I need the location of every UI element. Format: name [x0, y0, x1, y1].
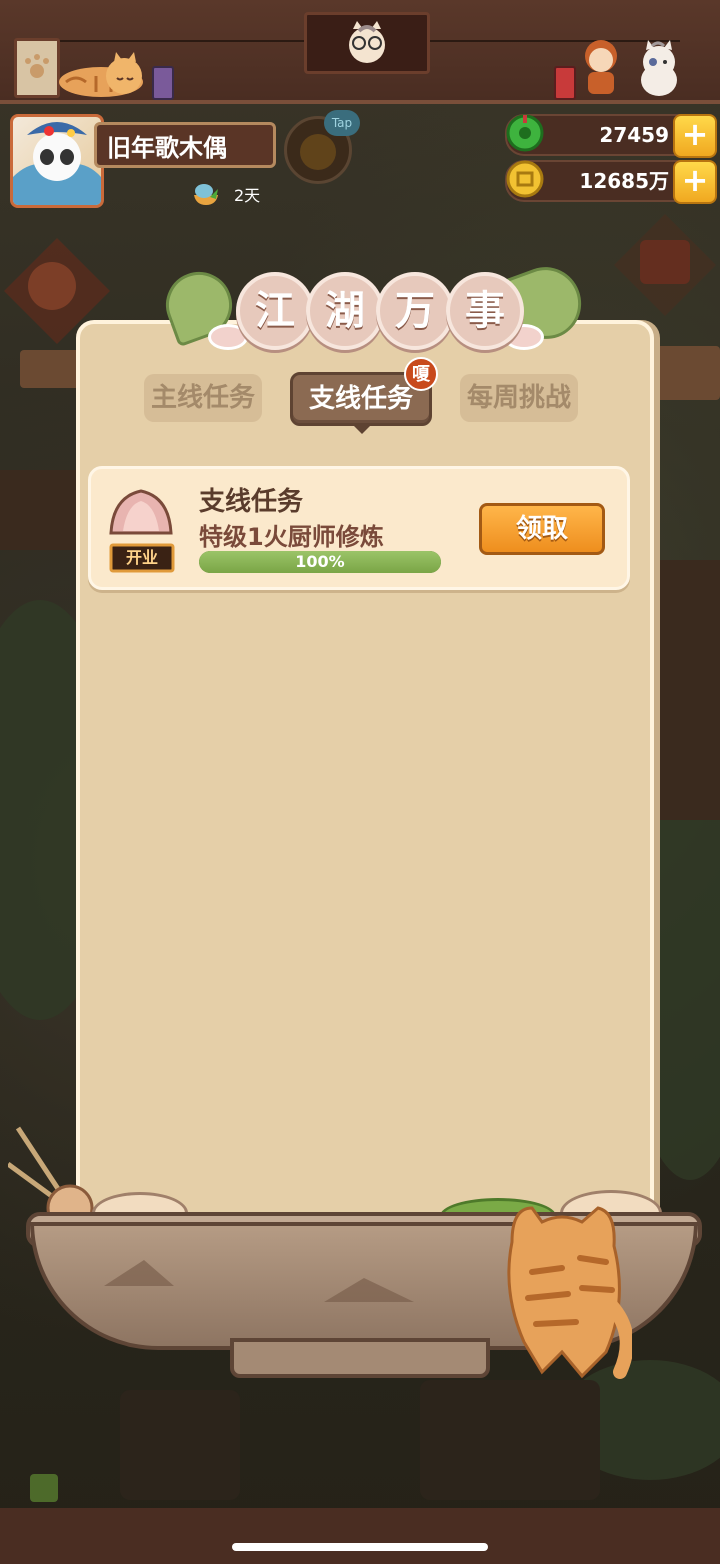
home-indicator[interactable] [232, 1543, 488, 1551]
coin-amount: 12685万 [579, 169, 669, 193]
player-avatar[interactable] [10, 114, 104, 208]
gold-coin-icon [505, 159, 545, 199]
task-description: 特级1火厨师修炼 [199, 523, 384, 551]
lantern-icon [554, 66, 576, 100]
login-days[interactable]: 2天 [192, 180, 260, 208]
tabby-cat-icon [502, 1202, 634, 1380]
panel-title: 江 湖 万 事 [156, 257, 592, 352]
days-label: 2天 [234, 186, 261, 205]
add-jade-button[interactable]: + [673, 114, 717, 158]
glasses-cat-icon [349, 21, 385, 63]
center-banner[interactable] [304, 12, 430, 74]
npc-girl-icon [578, 36, 624, 96]
paw-scroll-icon[interactable] [14, 38, 60, 98]
white-cat-icon [634, 40, 684, 98]
top-bar [0, 0, 720, 104]
quest-panel [76, 320, 654, 1248]
tab-notification-badge: 嗄 [404, 357, 438, 391]
task-progress-label: 100% [295, 552, 345, 571]
title-char-1: 江 [236, 272, 314, 350]
claim-button[interactable]: 领取 [479, 503, 605, 555]
bottom-bar [0, 1508, 720, 1564]
menu-square-icon[interactable] [30, 1474, 58, 1502]
jade-amount: 27459 [599, 123, 669, 147]
jade-icon [505, 113, 545, 153]
tab-main-quest[interactable]: 主线任务 [144, 374, 262, 422]
shop-open-label: 开业 [125, 548, 158, 567]
coin-currency: 12685万 + [505, 159, 717, 204]
task-progress-bar: 100% [199, 551, 441, 573]
active-tab-pointer [352, 424, 372, 434]
bowl-leaf-icon [192, 181, 220, 207]
sleeping-cat-icon [56, 52, 146, 98]
lantern-icon [152, 66, 174, 100]
add-coins-button[interactable]: + [673, 160, 717, 204]
bowl-base [230, 1338, 490, 1378]
task-card: 开业 支线任务 特级1火厨师修炼 100% 领取 [88, 466, 630, 590]
title-char-2: 湖 [306, 272, 384, 350]
player-name[interactable]: 旧年歌木偶 [94, 122, 276, 168]
shop-open-icon: 开业 [103, 487, 179, 575]
title-char-4: 事 [446, 272, 524, 350]
task-title: 支线任务 [199, 487, 304, 517]
jade-currency: 27459 + [505, 113, 717, 158]
title-char-3: 万 [376, 272, 454, 350]
tab-weekly-challenge[interactable]: 每周挑战 [460, 374, 578, 422]
tap-badge[interactable]: Tap [324, 110, 360, 136]
